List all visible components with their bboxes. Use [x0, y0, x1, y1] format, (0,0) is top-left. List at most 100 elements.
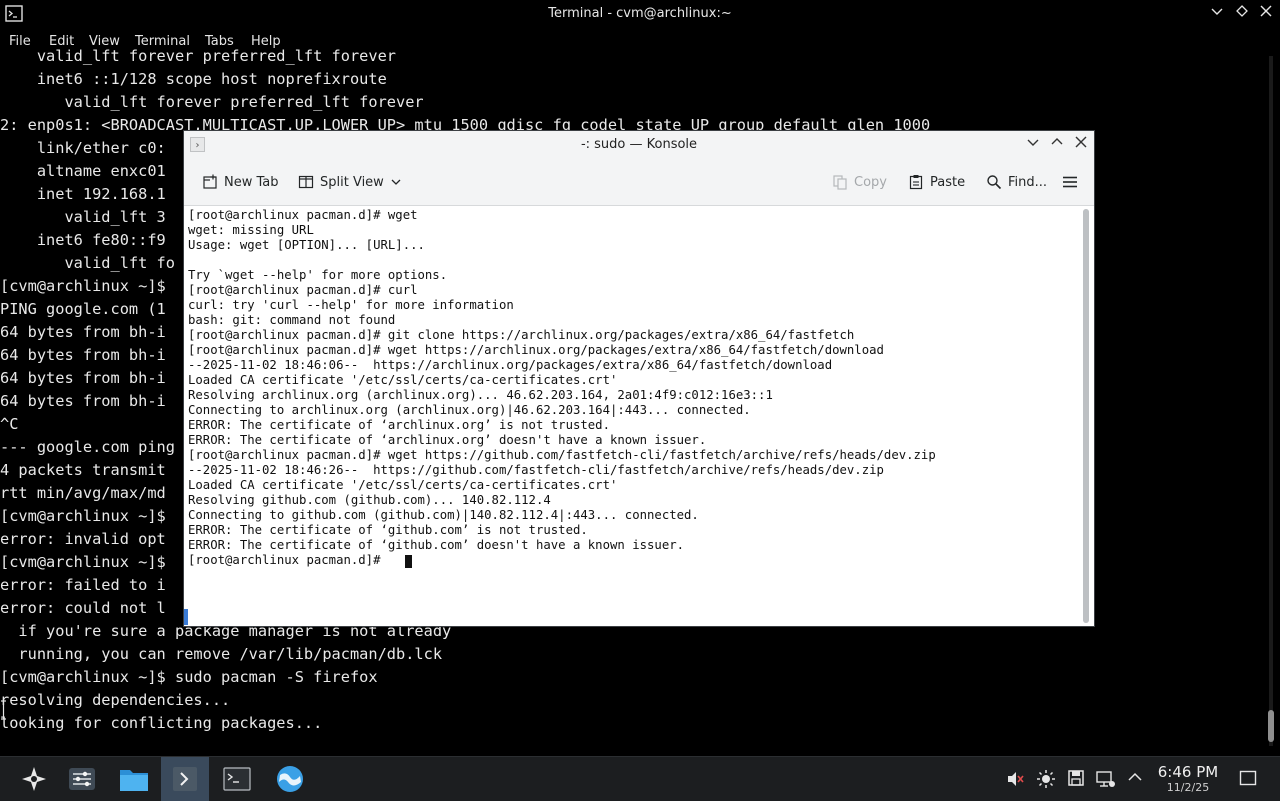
terminal-line: link/ether c0: [0, 139, 166, 157]
terminal-line: running, you can remove /var/lib/pacman/… [0, 645, 443, 663]
new-tab-button[interactable]: New Tab [202, 171, 279, 193]
clock-time[interactable]: 6:46 PM [1152, 763, 1224, 781]
konsole-scrollbar[interactable] [1078, 206, 1094, 626]
terminal-line: error: could not l [0, 599, 166, 617]
scrollbar-track[interactable] [1269, 56, 1273, 746]
network-icon[interactable] [1096, 769, 1116, 789]
app-launcher-button[interactable] [10, 757, 58, 801]
terminal-line: 64 bytes from bh-i [0, 346, 166, 364]
terminal-line: [root@archlinux pacman.d]# git clone htt… [188, 328, 855, 342]
new-tab-label: New Tab [224, 174, 279, 190]
terminal-line: Usage: wget [OPTION]... [URL]... [188, 238, 425, 252]
terminal-line: 64 bytes from bh-i [0, 392, 166, 410]
terminal-prompt-line: [root@archlinux pacman.d]# [188, 553, 388, 567]
terminal-line: Connecting to github.com (github.com)|14… [188, 508, 699, 522]
clock-date[interactable]: 11/2/25 [1152, 781, 1224, 794]
terminal-line: error: failed to i [0, 576, 166, 594]
terminal-line: --2025-11-02 18:46:06-- https://archlinu… [188, 358, 833, 372]
konsole-window[interactable]: › -: sudo — Konsole New Tab Split View C… [183, 130, 1095, 627]
window-title: -: sudo — Konsole [580, 137, 698, 152]
terminal-line: ERROR: The certificate of ‘github.com’ d… [188, 538, 685, 552]
hamburger-menu-icon [1063, 176, 1077, 188]
volume-muted-icon[interactable] [1005, 769, 1025, 789]
split-view-button[interactable]: Split View [298, 171, 402, 193]
system-settings-icon [69, 768, 95, 790]
system-settings-button[interactable] [58, 757, 106, 801]
close-icon[interactable] [1257, 5, 1275, 23]
terminal-line: inet 192.168.1 [0, 185, 166, 203]
terminal-line: error: invalid opt [0, 530, 166, 548]
terminal-line: [cvm@archlinux ~]$ [0, 553, 166, 571]
terminal-task-button[interactable] [213, 757, 261, 801]
file-manager-button[interactable] [110, 757, 158, 801]
show-desktop-icon[interactable] [1238, 769, 1258, 789]
maximize-icon[interactable] [1233, 5, 1251, 23]
minimize-icon[interactable] [1024, 136, 1042, 154]
focus-indicator [184, 609, 188, 625]
save-disk-icon[interactable] [1066, 769, 1086, 789]
terminal-line: altname enxc01 [0, 162, 166, 180]
terminal-line: wget: missing URL [188, 223, 314, 237]
background-terminal-titlebar[interactable]: Terminal - cvm@archlinux:~ [0, 0, 1280, 28]
konsole-task-button[interactable] [161, 757, 209, 801]
konsole-toolbar: New Tab Split View Copy Paste Find... [184, 159, 1094, 206]
scrollbar-thumb[interactable] [1268, 710, 1274, 742]
terminal-line: [cvm@archlinux ~]$ [0, 277, 166, 295]
paste-icon [909, 175, 923, 190]
terminal-line: ERROR: The certificate of ‘archlinux.org… [188, 433, 707, 447]
terminal-line: resolving dependencies... [0, 691, 231, 709]
terminal-line: 64 bytes from bh-i [0, 323, 166, 341]
terminal-line: ^C [0, 415, 19, 433]
paste-button[interactable]: Paste [908, 171, 965, 193]
terminal-line: Resolving github.com (github.com)... 140… [188, 493, 551, 507]
hamburger-menu-button[interactable] [1062, 171, 1078, 193]
terminal-line: looking for conflicting packages... [0, 714, 323, 732]
close-icon[interactable] [1072, 136, 1090, 154]
brightness-icon[interactable] [1036, 769, 1056, 789]
text-cursor-icon [1, 700, 6, 720]
terminal-line: valid_lft forever preferred_lft forever [0, 93, 424, 111]
copy-icon [833, 175, 847, 190]
terminal-line: bash: git: command not found [188, 313, 396, 327]
terminal-line: curl: try 'curl --help' for more informa… [188, 298, 514, 312]
terminal-line: --2025-11-02 18:46:26-- https://github.c… [188, 463, 884, 477]
new-tab-icon [203, 174, 217, 189]
chevron-down-icon[interactable] [390, 177, 402, 187]
terminal-line: rtt min/avg/max/md [0, 484, 166, 502]
terminal-line: Try `wget --help' for more options. [188, 268, 448, 282]
find-button[interactable]: Find... [986, 171, 1047, 193]
terminal-line: [root@archlinux pacman.d]# wget https://… [188, 448, 936, 462]
terminal-line: inet6 ::1/128 scope host noprefixroute [0, 70, 387, 88]
terminal-line: valid_lft 3 [0, 208, 166, 226]
terminal-line: Loaded CA certificate '/etc/ssl/certs/ca… [188, 478, 618, 492]
terminal-line: Loaded CA certificate '/etc/ssl/certs/ca… [188, 373, 618, 387]
terminal-icon [223, 767, 251, 791]
split-view-label: Split View [320, 174, 384, 190]
terminal-line: Resolving archlinux.org (archlinux.org).… [188, 388, 773, 402]
terminal-line: 4 packets transmit [0, 461, 166, 479]
chevron-up-icon[interactable] [1125, 769, 1145, 789]
terminal-line: [root@archlinux pacman.d]# wget [188, 208, 418, 222]
konsole-titlebar[interactable]: › -: sudo — Konsole [184, 131, 1094, 159]
browser-icon [277, 766, 303, 792]
find-label: Find... [1008, 174, 1048, 190]
maximize-icon[interactable] [1048, 136, 1066, 154]
window-title: Terminal - cvm@archlinux:~ [548, 6, 732, 21]
terminal-line: inet6 fe80::f9 [0, 231, 166, 249]
terminal-line: ERROR: The certificate of ‘github.com’ i… [188, 523, 588, 537]
konsole-terminal-output[interactable]: [root@archlinux pacman.d]# wget wget: mi… [184, 206, 1078, 626]
terminal-line: [root@archlinux pacman.d]# curl [188, 283, 418, 297]
background-terminal-scrollbar[interactable] [1262, 56, 1280, 746]
terminal-line: valid_lft forever preferred_lft forever [0, 47, 397, 65]
terminal-line: [root@archlinux pacman.d]# wget https://… [188, 343, 884, 357]
terminal-line: [cvm@archlinux ~]$ sudo pacman -S firefo… [0, 668, 378, 686]
scrollbar-thumb[interactable] [1083, 209, 1089, 623]
split-view-icon [298, 175, 314, 189]
copy-button[interactable]: Copy [832, 171, 887, 193]
minimize-icon[interactable] [1208, 5, 1226, 23]
terminal-line: PING google.com (1 [0, 300, 166, 318]
terminal-line: Connecting to archlinux.org (archlinux.o… [188, 403, 751, 417]
browser-task-button[interactable] [266, 757, 314, 801]
terminal-line: --- google.com ping [0, 438, 175, 456]
app-launcher-icon [22, 767, 46, 791]
